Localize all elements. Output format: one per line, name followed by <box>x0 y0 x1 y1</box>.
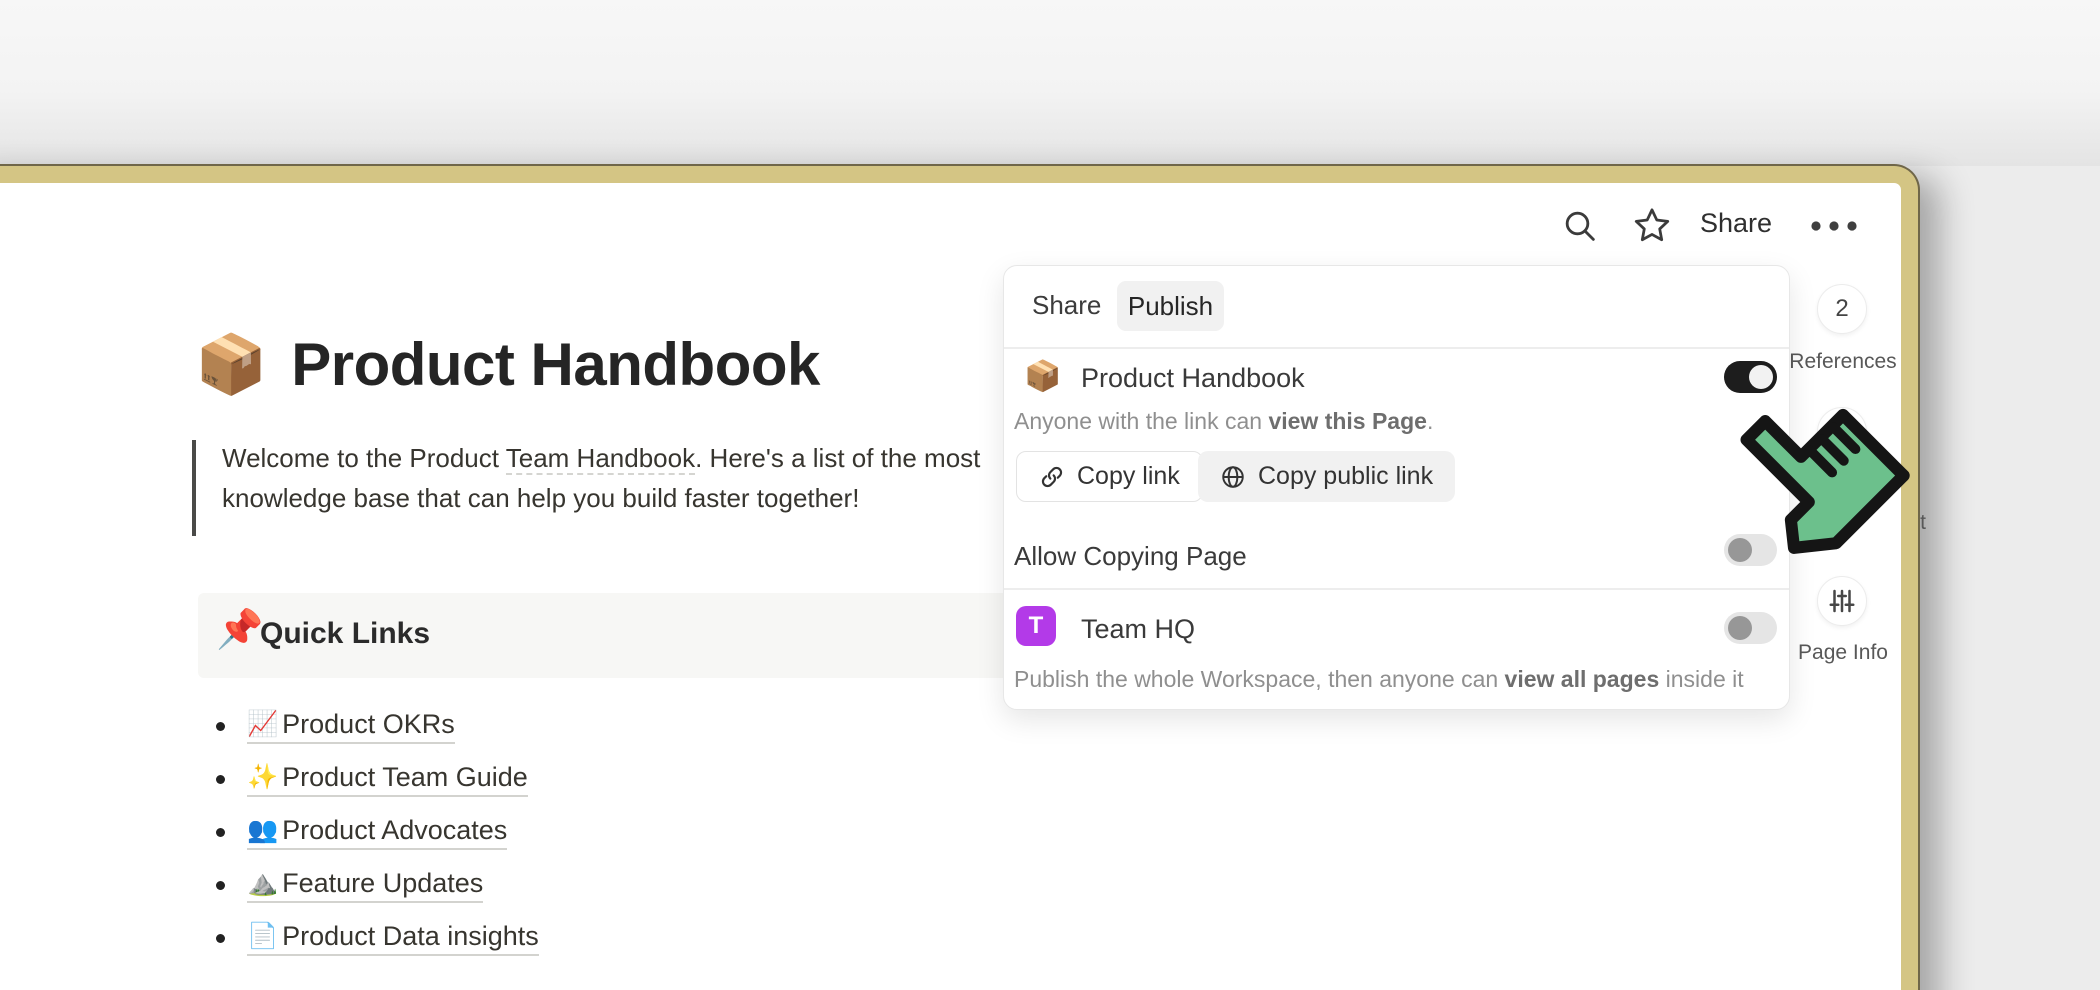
page-title-block[interactable]: 📦 Product Handbook <box>195 330 820 399</box>
hidden-rail-label-fragment: t <box>1786 511 1926 535</box>
popover-page-icon: 📦 <box>1024 362 1061 392</box>
page-info-button[interactable] <box>1817 576 1867 626</box>
references-count-badge: 2 <box>1835 295 1848 323</box>
quick-links-heading: Quick Links <box>260 617 430 651</box>
more-options-icon[interactable] <box>1808 219 1860 233</box>
sliders-icon <box>1827 586 1857 616</box>
link-product-okrs[interactable]: 📈Product OKRs <box>247 709 455 744</box>
bullet-dot <box>216 881 225 890</box>
list-item: 📈Product OKRs <box>216 700 539 753</box>
toggle-knob <box>1749 365 1773 389</box>
page-info-label: Page Info <box>1773 641 1913 665</box>
team-handbook-link[interactable]: Team Handbook <box>506 443 695 475</box>
screenshot-root: { "header": { "share": "Share" }, "page"… <box>0 0 2100 990</box>
allow-copying-toggle[interactable] <box>1724 534 1777 566</box>
document-icon: 📄 <box>247 924 278 949</box>
hidden-rail-button[interactable] <box>1817 407 1867 457</box>
sparkles-icon: ✨ <box>247 765 278 790</box>
list-item: 👥Product Advocates <box>216 806 539 859</box>
favorite-star-icon[interactable] <box>1630 204 1674 248</box>
chart-up-icon: 📈 <box>247 712 278 737</box>
copy-public-link-button[interactable]: Copy public link <box>1198 451 1455 502</box>
divider <box>1004 347 1789 349</box>
quote-text: Welcome to the Product Team Handbook. He… <box>222 438 1122 518</box>
quote-line-1: Welcome to the Product Team Handbook. He… <box>222 438 1122 478</box>
share-button[interactable]: Share <box>1700 208 1772 239</box>
page-title: Product Handbook <box>291 330 820 399</box>
tab-publish[interactable]: Publish <box>1117 281 1224 331</box>
mountain-icon: ⛰️ <box>247 871 278 896</box>
people-icon: 👥 <box>247 818 278 843</box>
quick-links-list: 📈Product OKRs ✨Product Team Guide 👥Produ… <box>216 700 539 965</box>
link-product-advocates[interactable]: 👥Product Advocates <box>247 815 507 850</box>
publish-page-toggle[interactable] <box>1724 361 1777 393</box>
bullet-dot <box>216 722 225 731</box>
desktop-background-strip <box>0 0 2100 166</box>
copy-link-button[interactable]: Copy link <box>1016 451 1203 502</box>
team-hq-title: Team HQ <box>1081 614 1195 645</box>
pushpin-icon: 📌 <box>216 611 263 649</box>
globe-icon <box>1220 464 1246 490</box>
search-icon[interactable] <box>1560 206 1600 246</box>
references-label: References <box>1773 350 1913 374</box>
team-hq-toggle[interactable] <box>1724 612 1777 644</box>
toggle-knob <box>1728 616 1752 640</box>
allow-copying-label: Allow Copying Page <box>1014 541 1247 572</box>
quote-bar <box>192 440 196 536</box>
list-item: ⛰️Feature Updates <box>216 859 539 912</box>
tab-share[interactable]: Share <box>1032 290 1101 321</box>
page-icon: 📦 <box>195 336 267 394</box>
quote-line-2: knowledge base that can help you build f… <box>222 478 1122 518</box>
link-product-team-guide[interactable]: ✨Product Team Guide <box>247 762 528 797</box>
workspace-caption: Publish the whole Workspace, then anyone… <box>1014 666 1744 693</box>
team-hq-avatar: T <box>1016 606 1056 646</box>
popover-page-title: Product Handbook <box>1081 363 1305 394</box>
toggle-knob <box>1728 538 1752 562</box>
link-icon <box>1039 464 1065 490</box>
list-item: 📄Product Data insights <box>216 912 539 965</box>
references-button[interactable]: 2 <box>1817 284 1867 334</box>
divider <box>1004 588 1789 590</box>
bullet-dot <box>216 775 225 784</box>
list-item: ✨Product Team Guide <box>216 753 539 806</box>
publish-popover: Share Publish 📦 Product Handbook Anyone … <box>1003 265 1790 710</box>
link-feature-updates[interactable]: ⛰️Feature Updates <box>247 868 483 903</box>
publish-caption: Anyone with the link can view this Page. <box>1014 408 1433 435</box>
link-product-data-insights[interactable]: 📄Product Data insights <box>247 921 539 956</box>
bullet-dot <box>216 828 225 837</box>
bullet-dot <box>216 934 225 943</box>
